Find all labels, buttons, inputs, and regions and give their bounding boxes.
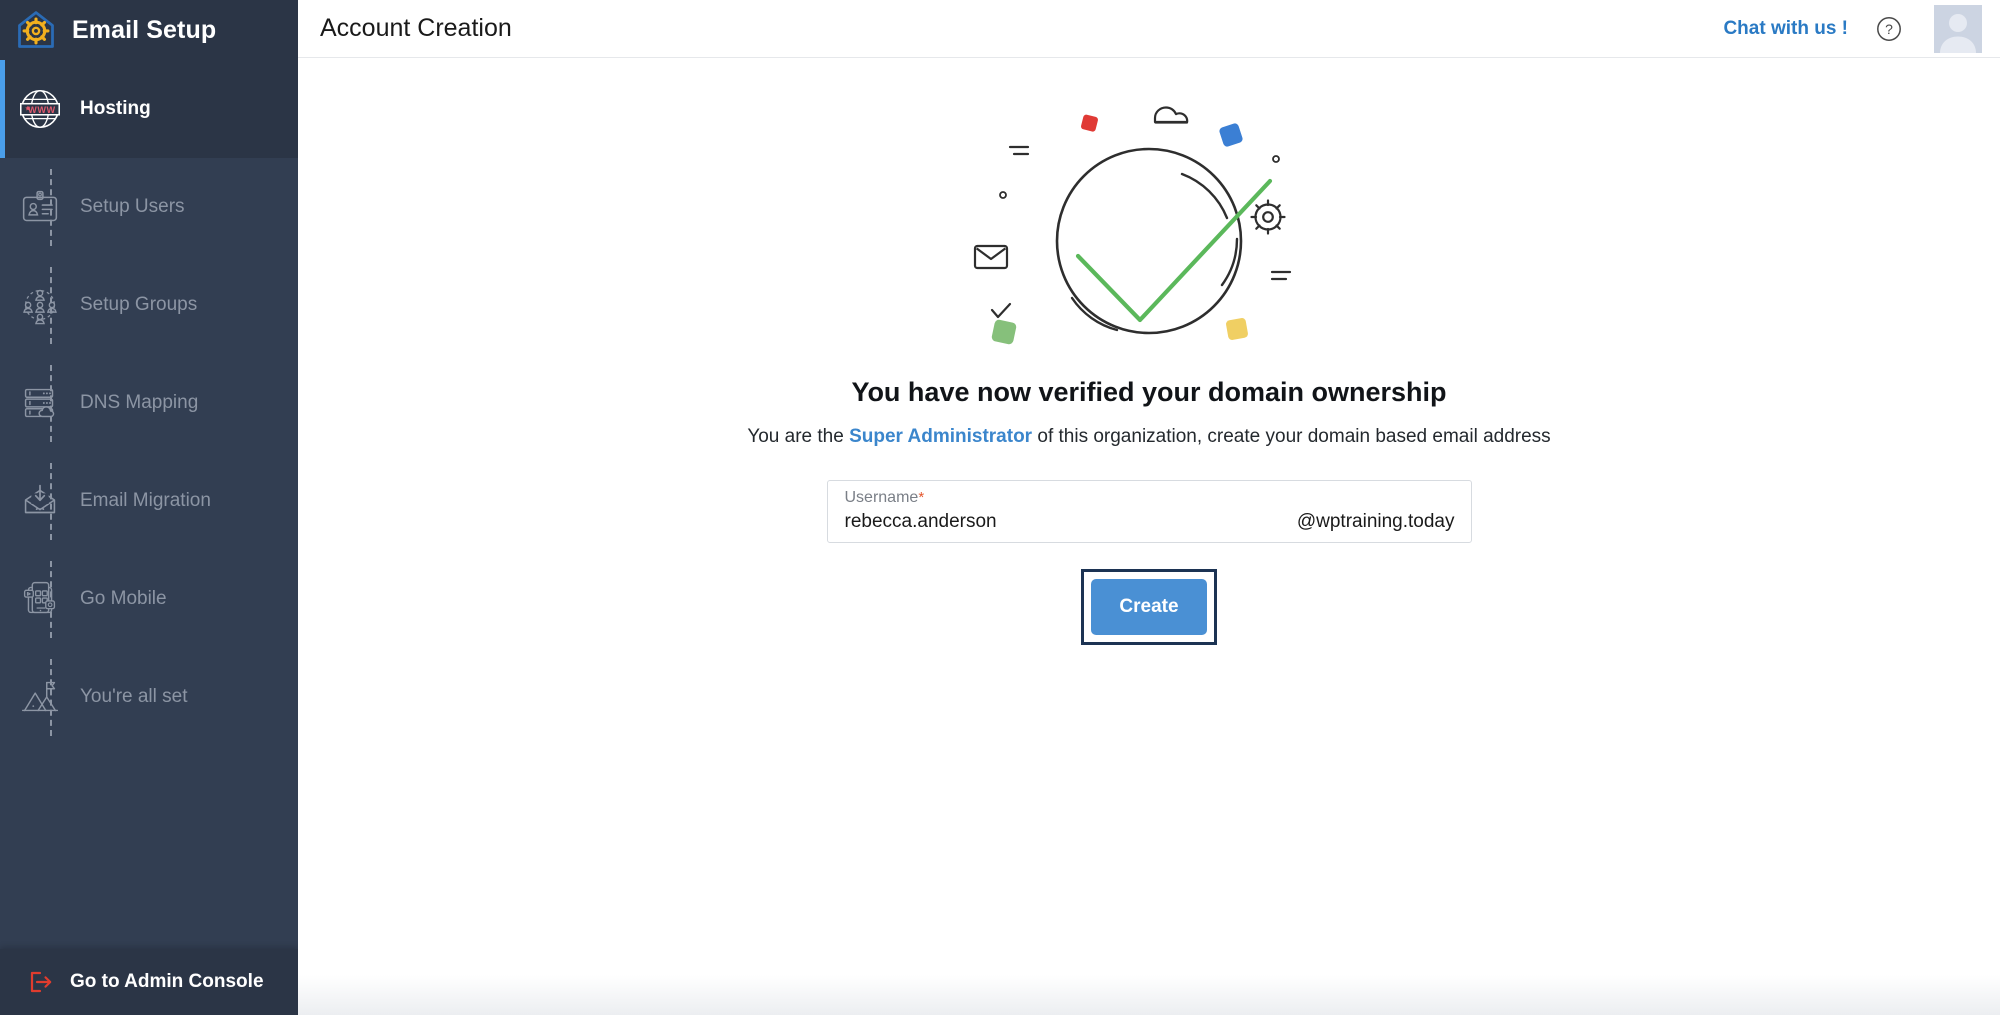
create-button[interactable]: Create: [1091, 579, 1206, 635]
sidebar-item-hosting[interactable]: WWW Hosting: [0, 60, 298, 158]
domain-suffix: @wptraining.today: [1297, 511, 1455, 533]
sidebar-item-label: Go Mobile: [80, 588, 167, 610]
server-cloud-icon: [14, 377, 66, 429]
sidebar: Email Setup: [0, 0, 298, 1015]
mobile-apps-icon: [14, 573, 66, 625]
sidebar-item-go-mobile[interactable]: Go Mobile: [0, 550, 298, 648]
active-accent-bar: [0, 256, 5, 354]
active-accent-bar: [0, 550, 5, 648]
content-panel: You have now verified your domain owners…: [298, 58, 2000, 1015]
question-mark-circle-icon[interactable]: ?: [1876, 16, 1902, 42]
sidebar-item-setup-groups[interactable]: Setup Groups: [0, 256, 298, 354]
go-to-admin-console-label: Go to Admin Console: [70, 971, 264, 993]
username-label-text: Username: [845, 489, 919, 506]
sidebar-item-label: You're all set: [80, 686, 188, 708]
active-accent-bar: [0, 452, 5, 550]
sidebar-item-youre-all-set[interactable]: You're all set: [0, 648, 298, 746]
sidebar-item-label: Setup Users: [80, 196, 185, 218]
house-gear-icon: [14, 8, 58, 52]
sidebar-item-label: Hosting: [80, 98, 151, 120]
avatar[interactable]: [1934, 5, 1982, 53]
bottom-gradient: [298, 975, 2000, 1015]
id-card-icon: [14, 181, 66, 233]
user-group-icon: [14, 279, 66, 331]
subline-after: of this organization, create your domain…: [1032, 426, 1551, 447]
active-accent-bar: [0, 354, 5, 452]
top-bar: Account Creation Chat with us ! ?: [298, 0, 2000, 58]
brand-header: Email Setup: [0, 0, 298, 60]
super-administrator-link[interactable]: Super Administrator: [849, 426, 1032, 447]
go-to-admin-console-button[interactable]: Go to Admin Console: [0, 949, 298, 1015]
sidebar-item-label: Email Migration: [80, 490, 211, 512]
username-label: Username*: [845, 489, 1455, 507]
headline: You have now verified your domain owners…: [851, 377, 1446, 408]
active-accent-bar: [0, 648, 5, 746]
app-root: Email Setup: [0, 0, 2000, 1015]
active-accent-bar: [0, 158, 5, 256]
svg-text:WWW: WWW: [28, 105, 56, 115]
active-accent-bar: [0, 60, 5, 158]
mountain-flag-icon: [14, 671, 66, 723]
main-area: Account Creation Chat with us ! ?: [298, 0, 2000, 1015]
subline-before: You are the: [747, 426, 849, 447]
verified-checkmark-illustration: [939, 78, 1359, 363]
envelope-import-icon: [14, 475, 66, 527]
svg-text:?: ?: [1885, 21, 1893, 37]
sidebar-item-label: Setup Groups: [80, 294, 197, 316]
chat-with-us-link[interactable]: Chat with us !: [1723, 18, 1848, 40]
username-input[interactable]: [845, 511, 1287, 533]
subline: You are the Super Administrator of this …: [747, 426, 1550, 448]
globe-www-icon: WWW: [14, 83, 66, 135]
sidebar-steps: WWW Hosting: [0, 60, 298, 746]
username-row: @wptraining.today: [845, 511, 1455, 533]
required-marker: *: [918, 489, 924, 506]
sidebar-item-email-migration[interactable]: Email Migration: [0, 452, 298, 550]
create-button-focus-ring: Create: [1081, 569, 1216, 645]
sidebar-item-label: DNS Mapping: [80, 392, 198, 414]
sidebar-item-setup-users[interactable]: Setup Users: [0, 158, 298, 256]
logout-arrow-icon: [26, 968, 54, 996]
page-title: Account Creation: [320, 14, 512, 43]
username-field[interactable]: Username* @wptraining.today: [827, 480, 1472, 543]
brand-title: Email Setup: [72, 16, 216, 45]
sidebar-item-dns-mapping[interactable]: DNS Mapping: [0, 354, 298, 452]
